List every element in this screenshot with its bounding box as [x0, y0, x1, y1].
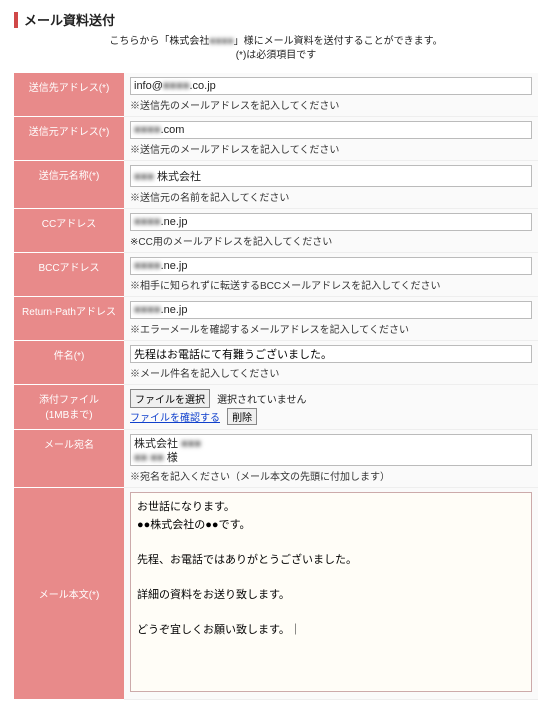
form-table: 送信先アドレス(*) info@■■■■.co.jp ※送信先のメールアドレスを…	[14, 73, 538, 700]
textarea-body[interactable]	[130, 492, 532, 692]
input-from[interactable]: ■■■■.com	[130, 121, 532, 139]
page-title-row: メール資料送付	[14, 10, 538, 29]
file-select-button[interactable]: ファイルを選択	[130, 389, 210, 408]
label-subject: 件名(*)	[14, 341, 124, 385]
hint-cc: ※CC用のメールアドレスを記入してください	[130, 233, 532, 248]
file-delete-button[interactable]: 削除	[227, 408, 257, 425]
input-to[interactable]: info@■■■■.co.jp	[130, 77, 532, 95]
intro-text: こちらから「株式会社■■■■」様にメール資料を送付することができます。 (*)は…	[14, 35, 538, 63]
label-cc: CCアドレス	[14, 209, 124, 253]
input-subject[interactable]	[130, 345, 532, 363]
file-status: 選択されていません	[217, 395, 306, 406]
hint-to: ※送信先のメールアドレスを記入してください	[130, 97, 532, 112]
input-greeting[interactable]: 株式会社 ■■■ ■■ ■■ 様	[130, 434, 532, 466]
label-body: メール本文(*)	[14, 488, 124, 700]
label-from-name: 送信元名称(*)	[14, 161, 124, 209]
hint-subject: ※メール件名を記入してください	[130, 365, 532, 380]
hint-from-name: ※送信元の名前を記入してください	[130, 189, 532, 204]
hint-greeting: ※宛名を記入ください（メール本文の先頭に付加します）	[130, 468, 532, 483]
title-accent-bar	[14, 12, 18, 28]
input-cc[interactable]: ■■■■.ne.jp	[130, 213, 532, 231]
input-from-name[interactable]: ■■■ 株式会社	[130, 165, 532, 187]
intro-prefix: こちらから「株式会社	[109, 36, 209, 47]
hint-bcc: ※相手に知られずに転送するBCCメールアドレスを記入してください	[130, 277, 532, 292]
hint-from: ※送信元のメールアドレスを記入してください	[130, 141, 532, 156]
hint-return-path: ※エラーメールを確認するメールアドレスを記入してください	[130, 321, 532, 336]
label-greeting: メール宛名	[14, 430, 124, 488]
required-note: (*)は必須項目です	[236, 50, 317, 61]
file-confirm-link[interactable]: ファイルを確認する	[130, 413, 220, 424]
label-attachment: 添付ファイル (1MBまで)	[14, 385, 124, 430]
input-return-path[interactable]: ■■■■.ne.jp	[130, 301, 532, 319]
intro-suffix: 」様にメール資料を送付することができます。	[234, 36, 443, 47]
input-bcc[interactable]: ■■■■.ne.jp	[130, 257, 532, 275]
label-to: 送信先アドレス(*)	[14, 73, 124, 117]
intro-company-masked: ■■■■	[209, 36, 233, 47]
page-title: メール資料送付	[24, 10, 115, 29]
label-return-path: Return-Pathアドレス	[14, 297, 124, 341]
label-from: 送信元アドレス(*)	[14, 117, 124, 161]
label-bcc: BCCアドレス	[14, 253, 124, 297]
